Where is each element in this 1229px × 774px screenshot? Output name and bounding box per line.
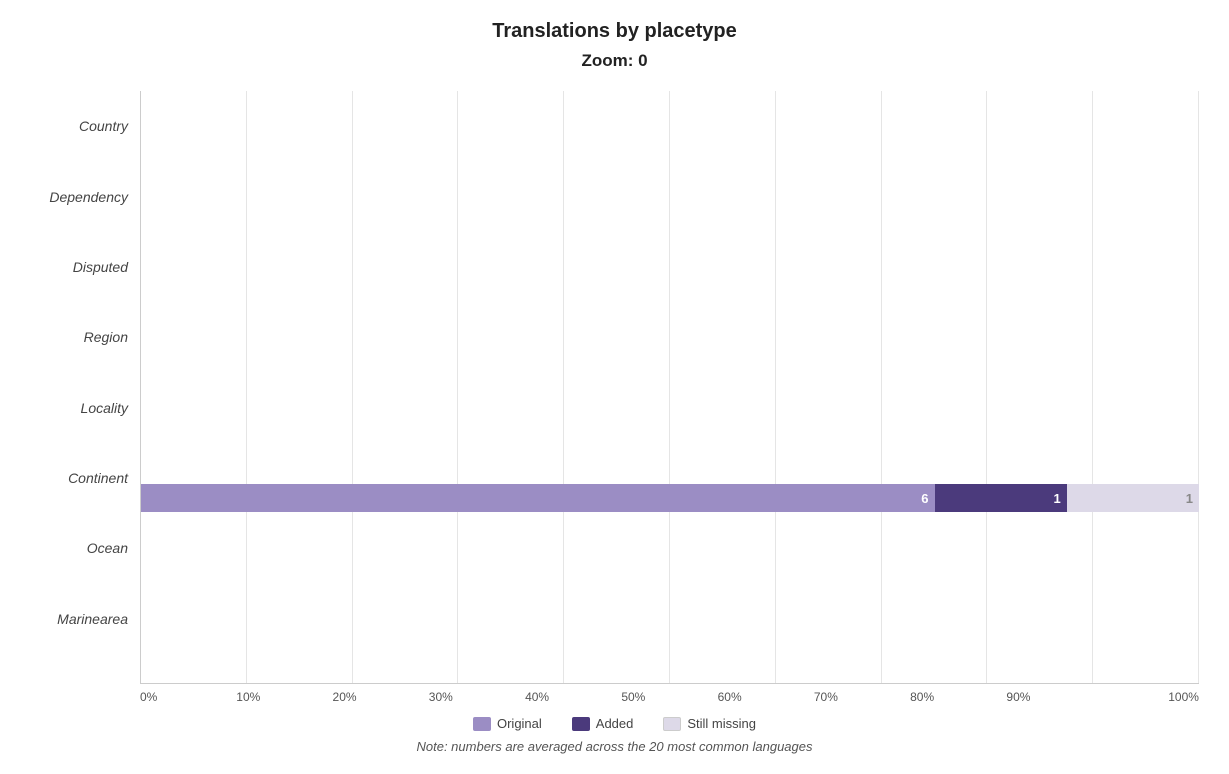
bars-region: 611 <box>140 91 1199 684</box>
chart-container: Translations by placetype Zoom: 0 Countr… <box>0 0 1229 774</box>
legend-original-label: Original <box>497 716 542 731</box>
x-tick-7: 70% <box>814 690 910 704</box>
y-label-disputed: Disputed <box>73 260 128 274</box>
x-tick-0: 0% <box>140 690 236 704</box>
legend-added: Added <box>572 716 634 731</box>
y-label-locality: Locality <box>81 401 128 415</box>
legend-missing: Still missing <box>663 716 756 731</box>
bar-missing-continent: 1 <box>1067 484 1199 512</box>
x-tick-6: 60% <box>718 690 814 704</box>
legend-missing-label: Still missing <box>687 716 756 731</box>
y-label-country: Country <box>79 119 128 133</box>
y-label-region: Region <box>84 330 128 344</box>
y-label-marinearea: Marinearea <box>57 612 128 626</box>
chart-note: Note: numbers are averaged across the 20… <box>417 739 813 754</box>
bar-row-marinearea <box>141 609 1199 683</box>
bar-track-disputed <box>141 262 1199 290</box>
bar-track-region <box>141 336 1199 364</box>
x-tick-10: 100% <box>1103 690 1199 704</box>
bar-row-dependency <box>141 165 1199 239</box>
x-tick-8: 80% <box>910 690 1006 704</box>
bar-track-country <box>141 114 1199 142</box>
x-tick-3: 30% <box>429 690 525 704</box>
chart-title: Translations by placetype <box>492 20 737 43</box>
x-tick-9: 90% <box>1006 690 1102 704</box>
bar-row-disputed <box>141 239 1199 313</box>
y-label-ocean: Ocean <box>87 541 128 555</box>
bar-track-continent: 611 <box>141 484 1199 512</box>
bar-added-continent: 1 <box>935 484 1067 512</box>
chart-area: Country Dependency Disputed Region Locality C… <box>30 91 1199 704</box>
bar-row-locality <box>141 387 1199 461</box>
chart-subtitle: Zoom: 0 <box>581 51 647 71</box>
x-tick-1: 10% <box>236 690 332 704</box>
bar-track-marinearea <box>141 632 1199 660</box>
x-tick-5: 50% <box>621 690 717 704</box>
bar-original-continent: 6 <box>141 484 935 512</box>
x-axis: 0%10%20%30%40%50%60%70%80%90%100% <box>140 684 1199 704</box>
x-tick-4: 40% <box>525 690 621 704</box>
bar-row-country <box>141 91 1199 165</box>
y-label-dependency: Dependency <box>49 190 128 204</box>
legend: Original Added Still missing <box>473 716 756 731</box>
legend-missing-swatch <box>663 717 681 731</box>
bar-track-locality <box>141 410 1199 438</box>
bar-track-dependency <box>141 188 1199 216</box>
legend-added-label: Added <box>596 716 634 731</box>
y-label-continent: Continent <box>68 471 128 485</box>
legend-added-swatch <box>572 717 590 731</box>
bar-row-continent: 611 <box>141 461 1199 535</box>
x-tick-2: 20% <box>333 690 429 704</box>
bar-row-region <box>141 313 1199 387</box>
plot-area: 611 0%10%20%30%40%50%60%70%80%90%100% <box>140 91 1199 704</box>
bar-row-ocean <box>141 535 1199 609</box>
legend-original-swatch <box>473 717 491 731</box>
y-axis: Country Dependency Disputed Region Locality C… <box>30 91 140 704</box>
legend-original: Original <box>473 716 542 731</box>
bar-track-ocean <box>141 558 1199 586</box>
